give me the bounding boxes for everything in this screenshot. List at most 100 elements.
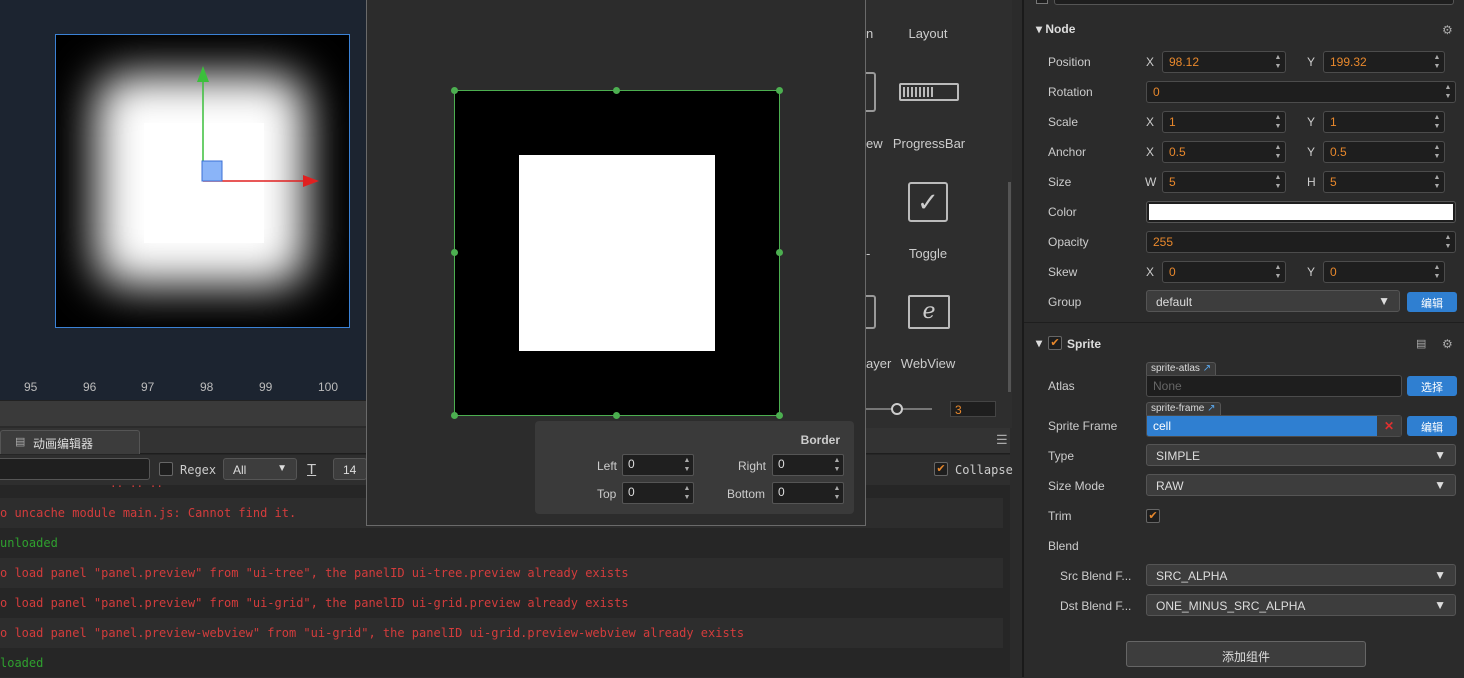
widget-webview-label: WebView bbox=[900, 356, 956, 371]
scene-statusbar bbox=[0, 400, 366, 426]
size-height-input[interactable]: 5 ▲ ▼ bbox=[1323, 171, 1445, 193]
progressbar-icon[interactable] bbox=[899, 83, 959, 101]
scale-x-input[interactable]: 1 ▲ ▼ bbox=[1162, 111, 1286, 133]
node-section-header[interactable]: ▾ Node bbox=[1024, 16, 1464, 42]
sprite-enabled-checkbox[interactable]: ✔ bbox=[1048, 336, 1062, 350]
atlas-label: Atlas bbox=[1048, 379, 1075, 393]
resize-handle[interactable] bbox=[776, 412, 783, 419]
anchor-y-input[interactable]: 0.5 ▲ ▼ bbox=[1323, 141, 1445, 163]
sprite-frame-label: Sprite Frame bbox=[1048, 419, 1118, 433]
spinner-icon: ▲ ▼ bbox=[1433, 114, 1441, 130]
size-mode-select[interactable]: RAW ▼ bbox=[1146, 474, 1456, 496]
axis-h-label: H bbox=[1307, 175, 1316, 189]
position-x-input[interactable]: 98.12 ▲ ▼ bbox=[1162, 51, 1286, 73]
src-blend-select[interactable]: SRC_ALPHA ▼ bbox=[1146, 564, 1456, 586]
select-atlas-button[interactable]: 选择 bbox=[1407, 376, 1457, 396]
dst-blend-select[interactable]: ONE_MINUS_SRC_ALPHA ▼ bbox=[1146, 594, 1456, 616]
webview-icon[interactable]: e bbox=[908, 295, 950, 329]
color-label: Color bbox=[1048, 205, 1077, 219]
sprite-frame-value: cell bbox=[1153, 419, 1172, 433]
border-left-input[interactable]: 0 ▲ ▼ bbox=[622, 454, 694, 476]
opacity-input[interactable]: 255 ▲ ▼ bbox=[1146, 231, 1456, 253]
help-doc-icon[interactable]: ▤ bbox=[1416, 337, 1426, 350]
resize-handle[interactable] bbox=[451, 87, 458, 94]
axis-y-label: Y bbox=[1307, 55, 1316, 69]
spinner-icon: ▲ ▼ bbox=[1433, 264, 1441, 280]
widget-scrollbar[interactable] bbox=[1008, 182, 1011, 392]
node-title: Node bbox=[1045, 22, 1076, 36]
spinner-icon: ▲ ▼ bbox=[833, 457, 841, 473]
log-level-select[interactable]: All ▼ bbox=[223, 458, 297, 480]
widget-library: n Layout ew ProgressBar ✓ - Toggle e aye… bbox=[866, 0, 1012, 428]
gear-icon[interactable]: ⚙ bbox=[1442, 23, 1453, 37]
node-name-input[interactable] bbox=[1054, 0, 1454, 5]
atlas-asset-field[interactable]: None bbox=[1146, 375, 1402, 397]
resize-handle[interactable] bbox=[613, 87, 620, 94]
group-select[interactable]: default ▼ bbox=[1146, 290, 1400, 312]
scrollview-icon[interactable] bbox=[866, 72, 876, 112]
sprite-editor-canvas[interactable] bbox=[454, 90, 780, 416]
rotation-input[interactable]: 0 ▲ ▼ bbox=[1146, 81, 1456, 103]
log-entry: unloaded bbox=[0, 536, 58, 550]
widget-progressbar-label: ProgressBar bbox=[892, 136, 966, 151]
group-label: Group bbox=[1048, 295, 1082, 309]
left-label: Left bbox=[597, 459, 618, 473]
gizmo-center-handle bbox=[201, 160, 223, 182]
rotation-label: Rotation bbox=[1048, 85, 1093, 99]
regex-checkbox[interactable] bbox=[159, 462, 173, 476]
gear-icon[interactable]: ⚙ bbox=[1442, 337, 1453, 351]
external-link-icon: ↗ bbox=[1207, 403, 1216, 414]
border-title: Border bbox=[800, 433, 840, 447]
skew-y-input[interactable]: 0 ▲ ▼ bbox=[1323, 261, 1445, 283]
skew-x-input[interactable]: 0 ▲ ▼ bbox=[1162, 261, 1286, 283]
border-right-input[interactable]: 0 ▲ ▼ bbox=[772, 454, 844, 476]
toggle-icon[interactable]: ✓ bbox=[908, 182, 948, 222]
type-select[interactable]: SIMPLE ▼ bbox=[1146, 444, 1456, 466]
font-size-select[interactable]: 14 bbox=[333, 458, 367, 480]
resize-handle[interactable] bbox=[776, 87, 783, 94]
trim-checkbox[interactable]: ✔ bbox=[1146, 509, 1160, 523]
sprite-frame-asset-field[interactable]: cell ✕ bbox=[1146, 415, 1402, 437]
group-value: default bbox=[1156, 295, 1193, 309]
anchor-x-input[interactable]: 0.5 ▲ ▼ bbox=[1162, 141, 1286, 163]
spinner-icon: ▲ ▼ bbox=[1274, 174, 1282, 190]
size-width-input[interactable]: 5 ▲ ▼ bbox=[1162, 171, 1286, 193]
scene-view[interactable]: 95 96 97 98 99 100 bbox=[0, 0, 366, 400]
size-mode-value: RAW bbox=[1156, 479, 1184, 493]
tab-label: 动画编辑器 bbox=[33, 437, 94, 451]
collapse-checkbox[interactable]: ✔ bbox=[934, 462, 948, 476]
chevron-down-icon: ▼ bbox=[1434, 478, 1446, 492]
ruler-tick: 98 bbox=[200, 380, 214, 394]
zoom-slider-handle[interactable] bbox=[891, 403, 903, 415]
resize-handle[interactable] bbox=[451, 249, 458, 256]
widget-toggle-label: Toggle bbox=[908, 246, 948, 261]
y-axis-arrow-icon bbox=[197, 66, 209, 82]
move-gizmo[interactable] bbox=[195, 62, 325, 192]
zoom-input[interactable]: 3 bbox=[950, 401, 996, 417]
collapse-arrow-icon: ▾ bbox=[1036, 22, 1043, 36]
tab-animation-editor[interactable]: ▤ 动画编辑器 bbox=[0, 430, 140, 454]
resize-handle[interactable] bbox=[451, 412, 458, 419]
axis-y-label: Y bbox=[1307, 115, 1316, 129]
color-picker[interactable] bbox=[1146, 201, 1456, 223]
border-top-input[interactable]: 0 ▲ ▼ bbox=[622, 482, 694, 504]
border-bottom-input[interactable]: 0 ▲ ▼ bbox=[772, 482, 844, 504]
axis-x-label: X bbox=[1146, 265, 1155, 279]
edit-sprite-button[interactable]: 编辑 bbox=[1407, 416, 1457, 436]
scale-y-input[interactable]: 1 ▲ ▼ bbox=[1323, 111, 1445, 133]
ruler-tick: 100 bbox=[318, 380, 339, 394]
resize-handle[interactable] bbox=[776, 249, 783, 256]
collapse-label: Collapse bbox=[955, 463, 1013, 477]
widget-partial-label: - bbox=[866, 246, 871, 261]
clear-icon[interactable]: ✕ bbox=[1377, 416, 1401, 436]
resize-handle[interactable] bbox=[613, 412, 620, 419]
spinner-icon: ▲ ▼ bbox=[1433, 144, 1441, 160]
videoplayer-icon[interactable] bbox=[866, 295, 876, 329]
dst-blend-value: ONE_MINUS_SRC_ALPHA bbox=[1156, 599, 1306, 613]
add-component-button[interactable]: 添加组件 bbox=[1126, 641, 1366, 667]
edit-group-button[interactable]: 编辑 bbox=[1407, 292, 1457, 312]
node-active-checkbox[interactable] bbox=[1036, 0, 1048, 4]
menu-icon[interactable]: ☰ bbox=[996, 432, 1008, 448]
position-y-input[interactable]: 199.32 ▲ ▼ bbox=[1323, 51, 1445, 73]
console-search-input[interactable] bbox=[0, 458, 150, 480]
